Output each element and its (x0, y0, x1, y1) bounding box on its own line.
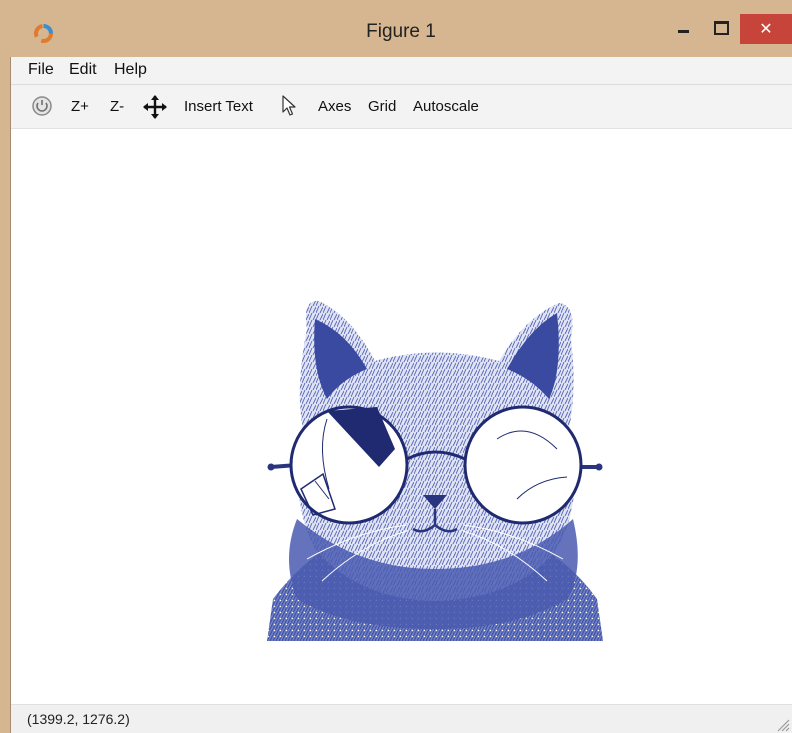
cursor-coordinates: (1399.2, 1276.2) (27, 711, 130, 727)
close-button[interactable]: ✕ (740, 14, 792, 44)
maximize-button[interactable] (703, 14, 739, 42)
toolbar: Z+ Z- Insert Text Axes Grid Autoscale (11, 85, 792, 129)
cat-image (267, 300, 603, 641)
menu-help[interactable]: Help (114, 61, 147, 79)
minimize-icon (677, 29, 689, 33)
close-icon: ✕ (759, 21, 773, 38)
figure-canvas[interactable] (11, 129, 792, 704)
title-bar[interactable]: Figure 1 ✕ (10, 0, 792, 57)
figure-window: Figure 1 ✕ File Edit Help Z+ Z- Insert T… (0, 0, 792, 733)
axes-button[interactable]: Axes (318, 98, 351, 115)
window-left-edge (0, 0, 11, 733)
minimize-button[interactable] (665, 14, 701, 42)
zoom-out-button[interactable]: Z- (110, 98, 124, 115)
pan-icon[interactable] (143, 95, 167, 119)
maximize-icon (713, 21, 729, 35)
menu-file[interactable]: File (28, 61, 54, 79)
insert-text-button[interactable]: Insert Text (184, 98, 253, 115)
menu-bar: File Edit Help (11, 57, 792, 85)
select-pointer-icon[interactable] (281, 95, 297, 117)
resize-grip-icon[interactable] (774, 716, 790, 732)
grid-button[interactable]: Grid (368, 98, 396, 115)
menu-edit[interactable]: Edit (69, 61, 97, 79)
autoscale-button[interactable]: Autoscale (413, 98, 479, 115)
status-bar: (1399.2, 1276.2) (11, 704, 792, 733)
zoom-in-button[interactable]: Z+ (71, 98, 89, 115)
rotate-icon[interactable] (31, 95, 53, 117)
